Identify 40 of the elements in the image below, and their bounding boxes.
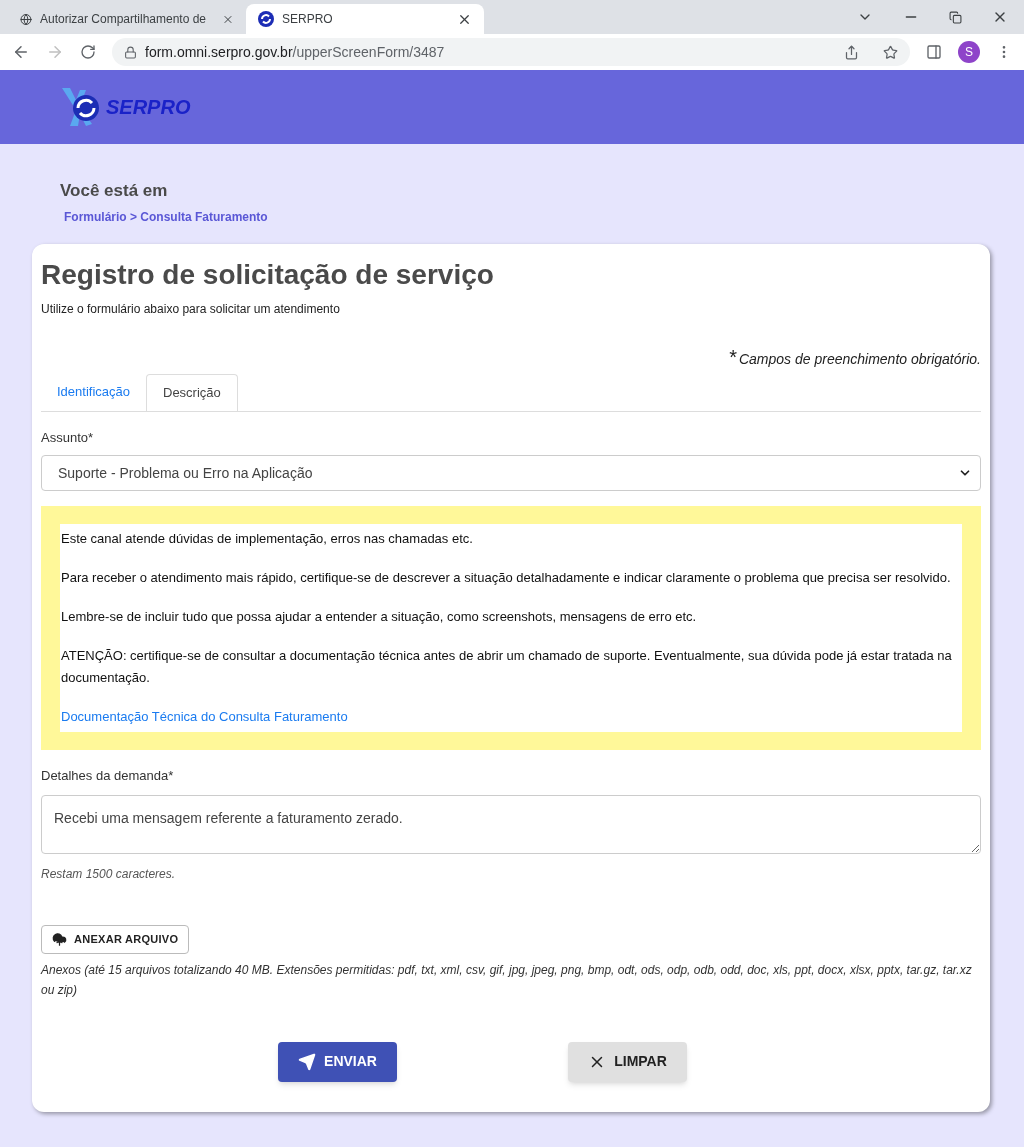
browser-tab[interactable]: Autorizar Compartilhamento de (8, 4, 246, 34)
form-tab[interactable]: Descrição (146, 373, 238, 411)
subject-select[interactable]: Suporte - Problema ou Erro na Aplicação (41, 455, 981, 491)
attachment-note: Anexos (até 15 arquivos totalizando 40 MB. Extensões permitidas: pdf, txt, xml, csv, gif, jpg, jpeg, png, bmp, odt, ods, odp, odb, odd, doc, xls, ppt, docx, xlsx, pptx, tar.gz, tar.xz ou zip) (41, 961, 973, 999)
info-paragraph: Lembre-se de incluir tudo que possa ajudar a entender a situação, como screenshots, mensagens de erro etc. (61, 608, 698, 626)
logo-text: SERPRO (106, 95, 191, 120)
submit-button[interactable]: ENVIAR (278, 1041, 397, 1082)
tab-title: Autorizar Compartilhamento de (39, 11, 207, 28)
clear-button[interactable]: LIMPAR (568, 1041, 687, 1082)
send-icon (298, 1052, 317, 1071)
breadcrumb-title: Você está em (60, 180, 169, 202)
form-tab[interactable]: Identificação (41, 373, 146, 411)
info-paragraph: Para receber o atendimento mais rápido, certifique-se de descrever a situação detalhadamente e indicar claramente o problema que precisa ser resolvido. (61, 569, 952, 587)
remaining-characters: Restam 1500 caracteres. (41, 865, 177, 883)
field-label: Detalhes da demanda* (41, 767, 175, 785)
tab-title: SERPRO (282, 11, 333, 28)
logo-icon (258, 11, 274, 27)
reload-icon[interactable] (80, 44, 96, 60)
documentation-link[interactable]: Documentação Técnica do Consulta Faturamento (61, 706, 348, 728)
details-textarea[interactable]: Recebi uma mensagem referente a faturamento zerado. (41, 794, 981, 854)
side-panel-icon[interactable] (926, 44, 942, 60)
field-label: Assunto* (41, 428, 95, 447)
profile-avatar[interactable]: S (958, 41, 980, 63)
browser-tab[interactable]: SERPRO (246, 4, 484, 34)
required-mark: * (729, 344, 737, 370)
form-subtitle: Utilize o formulário abaixo para solicitar um atendimento (41, 300, 341, 318)
info-paragraph: ATENÇÃO: certifique-se de consultar a documentação técnica antes de abrir um chamado de suporte. Eventualmente, sua dúvida pode já estar tratada na documentação. (61, 647, 953, 687)
star-icon[interactable] (883, 44, 898, 60)
address-bar[interactable]: form.omni.serpro.gov.br/upperScreenForm/3487 (112, 38, 910, 66)
back-icon[interactable] (12, 43, 30, 61)
breadcrumb-link[interactable]: Formulário > Consulta Faturamento (64, 207, 964, 226)
form-title: Registro de solicitação de serviço (41, 257, 495, 292)
required-note: Campos de preenchimento obrigatório. (738, 349, 981, 369)
url-text: form.omni.serpro.gov.br/upperScreenForm/3487 (145, 42, 446, 62)
share-icon[interactable] (844, 44, 859, 60)
globe-icon (20, 11, 32, 27)
attach-file-button[interactable]: ANEXAR ARQUIVO (41, 924, 190, 954)
lock-icon (124, 45, 137, 59)
info-paragraph: Este canal atende dúvidas de implementação, erros nas chamadas etc. (61, 530, 474, 548)
restore-icon[interactable] (949, 10, 962, 24)
